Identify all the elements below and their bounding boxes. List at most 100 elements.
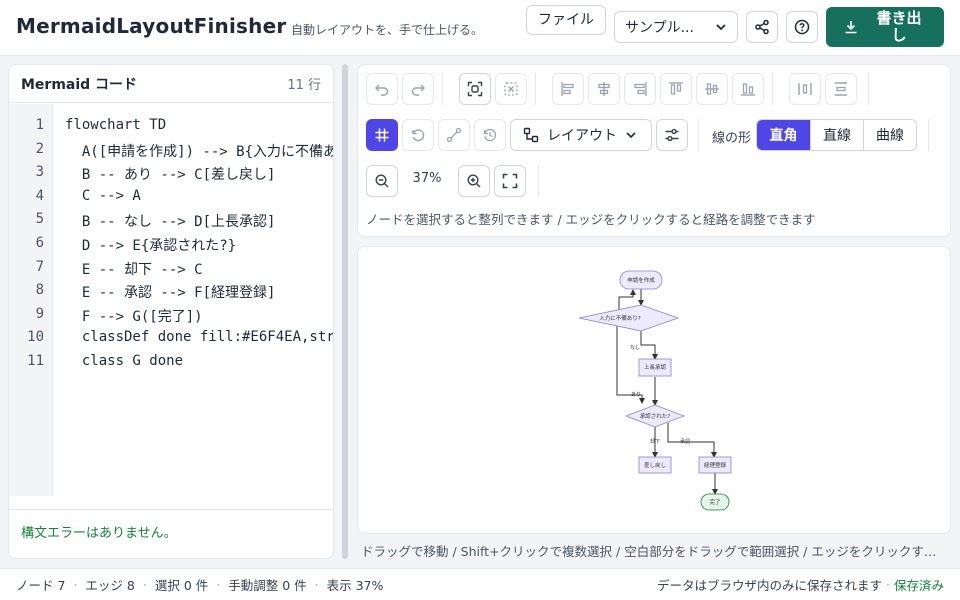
download-icon bbox=[844, 20, 858, 34]
select-all-icon bbox=[467, 81, 483, 97]
align-center-button[interactable] bbox=[588, 73, 620, 105]
line-shape-orthogonal[interactable]: 直角 bbox=[757, 120, 810, 150]
app-subtitle: 自動レイアウトを、手で仕上げる。 bbox=[291, 23, 484, 37]
deselect-icon bbox=[503, 81, 519, 97]
line-count: 11 行 bbox=[287, 78, 321, 93]
code-line: E -- 承認 --> F[経理登録] bbox=[65, 285, 276, 302]
distribute-horizontal-button[interactable] bbox=[789, 73, 821, 105]
node-label: 差し戻し bbox=[644, 461, 666, 469]
edge-e-f[interactable] bbox=[667, 423, 717, 458]
toolbar-divider bbox=[772, 73, 773, 105]
sample-select[interactable]: サンプル... bbox=[614, 11, 738, 43]
node-g[interactable]: 完了 bbox=[700, 493, 730, 511]
zoom-level: 37% bbox=[412, 171, 442, 186]
layout-settings-button[interactable] bbox=[656, 119, 688, 151]
app-header: MermaidLayoutFinisher 自動レイアウトを、手で仕上げる。 フ… bbox=[0, 0, 960, 56]
history-button[interactable] bbox=[474, 119, 506, 151]
line-number: 9 bbox=[35, 305, 44, 322]
canvas-help-text: ドラッグで移動 / Shift+クリックで複数選択 / 空白部分をドラッグで範囲… bbox=[361, 544, 947, 559]
chevron-down-icon bbox=[715, 21, 727, 33]
align-left-icon bbox=[560, 81, 576, 97]
distribute-vertical-icon bbox=[833, 81, 849, 97]
help-button[interactable] bbox=[786, 11, 818, 43]
zoom-in-button[interactable] bbox=[458, 165, 490, 197]
export-button[interactable]: 書き出し bbox=[826, 7, 944, 47]
line-number: 1 bbox=[35, 117, 44, 133]
file-menu-button[interactable]: ファイル bbox=[526, 5, 606, 35]
align-middle-button[interactable] bbox=[696, 73, 728, 105]
node-f[interactable]: 経理登録 bbox=[698, 456, 732, 474]
toolbar-divider bbox=[535, 73, 536, 105]
code-editor[interactable]: 1 2 3 4 5 6 7 8 9 10 11 flowchart TD A([申請を作成]) --… bbox=[9, 104, 334, 509]
toolbar-panel: レイアウト 線の形 直角 直線 曲線 37% ノードを選択すると整列できます /… bbox=[357, 64, 951, 237]
edge-b-d[interactable] bbox=[640, 331, 658, 360]
node-label: 完了 bbox=[709, 498, 720, 506]
code-line: B -- あり --> C[差し戻し] bbox=[65, 167, 276, 184]
separator-dot: · bbox=[73, 577, 78, 592]
select-all-button[interactable] bbox=[459, 73, 491, 105]
separator-dot: · bbox=[142, 577, 147, 592]
align-right-button[interactable] bbox=[624, 73, 656, 105]
line-shape-straight[interactable]: 直線 bbox=[810, 120, 863, 150]
code-line: flowchart TD bbox=[65, 117, 167, 133]
code-editor-header: Mermaid コード 11 行 bbox=[9, 65, 333, 103]
redo-icon bbox=[410, 81, 426, 97]
separator-dot: · bbox=[314, 577, 319, 592]
help-icon bbox=[794, 19, 810, 35]
edge-label: なし bbox=[630, 344, 640, 351]
line-shape-label: 線の形 bbox=[712, 131, 752, 146]
node-c[interactable]: 差し戻し bbox=[638, 456, 672, 474]
file-menu-label: ファイル bbox=[538, 11, 594, 28]
share-button[interactable] bbox=[746, 11, 778, 43]
align-right-icon bbox=[632, 81, 648, 97]
line-shape-segmented-control: 直角 直線 曲線 bbox=[756, 119, 917, 151]
code-line: F --> G([完了]) bbox=[65, 308, 203, 325]
code-line: B -- なし --> D[上長承認] bbox=[65, 214, 276, 231]
edge-label: 却下 bbox=[650, 438, 660, 445]
reset-positions-button[interactable] bbox=[402, 119, 434, 151]
align-top-button[interactable] bbox=[660, 73, 692, 105]
undo-icon bbox=[374, 81, 390, 97]
grid-snap-toggle[interactable] bbox=[366, 119, 398, 151]
node-a[interactable]: 申請を作成 bbox=[619, 270, 663, 290]
code-editor-panel: Mermaid コード 11 行 1 2 3 4 5 6 7 8 9 10 11 flowchart… bbox=[8, 64, 334, 559]
zoom-out-button[interactable] bbox=[366, 165, 398, 197]
zoom-out-icon bbox=[374, 173, 390, 189]
line-shape-curved[interactable]: 曲線 bbox=[863, 120, 916, 150]
clear-selection-button[interactable] bbox=[495, 73, 527, 105]
edge-b-c[interactable] bbox=[616, 321, 645, 404]
app-title: MermaidLayoutFinisher bbox=[16, 14, 287, 38]
node-e[interactable]: 承認された? bbox=[624, 404, 686, 428]
line-number: 5 bbox=[35, 211, 44, 228]
redo-button[interactable] bbox=[402, 73, 434, 105]
diagram-canvas[interactable]: なし あり 却下 承認 申請を作成 入力に不備あり? 上長承認 承認された? 差… bbox=[357, 246, 951, 534]
layout-button-label: レイアウト bbox=[547, 128, 617, 144]
edge-route-icon bbox=[446, 127, 462, 143]
node-label: 入力に不備あり? bbox=[599, 314, 641, 322]
align-left-button[interactable] bbox=[552, 73, 584, 105]
toolbar-hint: ノードを選択すると整列できます / エッジをクリックすると経路を調整できます bbox=[366, 212, 816, 227]
reset-edges-button[interactable] bbox=[438, 119, 470, 151]
align-bottom-button[interactable] bbox=[732, 73, 764, 105]
layout-icon bbox=[523, 127, 539, 143]
sliders-icon bbox=[664, 127, 680, 143]
footer-zoom: 表示 37% bbox=[326, 578, 384, 593]
layout-dropdown-button[interactable]: レイアウト bbox=[510, 119, 652, 151]
toolbar-divider bbox=[442, 73, 443, 105]
fullscreen-icon bbox=[502, 173, 518, 189]
code-editor-title: Mermaid コード bbox=[21, 76, 138, 93]
syntax-status: 構文エラーはありません。 bbox=[9, 509, 333, 558]
code-line: classDef done fill:#E6F4EA,str bbox=[65, 329, 334, 346]
zoom-in-icon bbox=[466, 173, 482, 189]
fit-view-button[interactable] bbox=[494, 165, 526, 197]
code-line: A([申請を作成]) --> B{入力に不備あ bbox=[65, 143, 334, 160]
undo-button[interactable] bbox=[366, 73, 398, 105]
panel-splitter[interactable] bbox=[342, 64, 348, 559]
line-number: 4 bbox=[35, 187, 44, 204]
node-b[interactable]: 入力に不備あり? bbox=[578, 304, 680, 332]
align-top-icon bbox=[668, 81, 684, 97]
distribute-vertical-button[interactable] bbox=[825, 73, 857, 105]
align-bottom-icon bbox=[740, 81, 756, 97]
node-d[interactable]: 上長承認 bbox=[638, 358, 672, 377]
rotate-ccw-icon bbox=[410, 127, 426, 143]
